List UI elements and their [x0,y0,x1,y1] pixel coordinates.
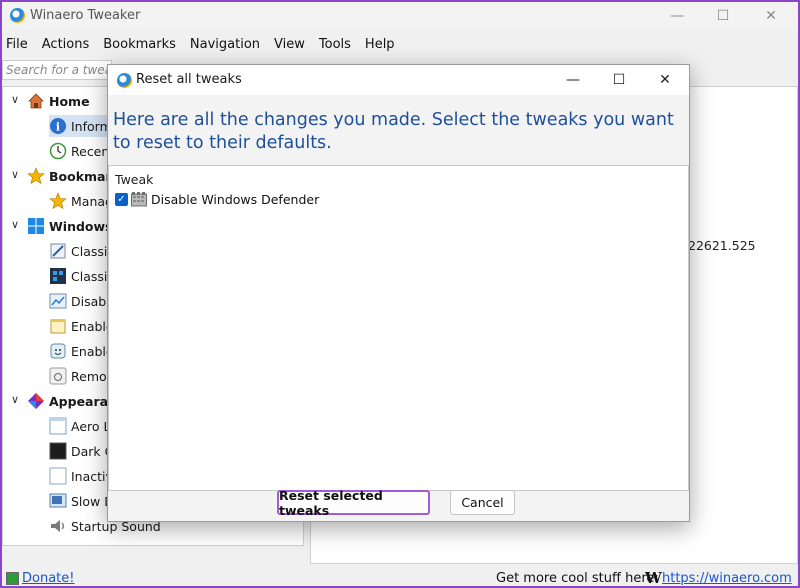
tree-item-windows-classic-2[interactable]: Classic [49,265,114,287]
start-menu-icon [50,268,66,284]
tree-item-windows-classic-1[interactable]: Classic [49,240,114,262]
build-number-text: 22621.525 [688,238,756,253]
tree-node-windows[interactable]: Windows [27,215,113,237]
menu-bar: File Actions Bookmarks Navigation View T… [2,32,798,56]
slow-animation-icon [49,493,67,508]
tweaks-list: Tweak ✓ Disable Windows Defender [108,165,689,491]
close-button[interactable]: ✕ [748,2,794,30]
maximize-button[interactable]: ☐ [700,2,746,30]
chart-window-icon [49,293,67,309]
menu-bookmarks[interactable]: Bookmarks [103,37,176,52]
dialog-title: Reset all tweaks [136,72,242,87]
dialog-instructions: Here are all the changes you made. Selec… [113,110,674,153]
camera-icon [49,367,67,385]
windows-logo-icon [28,218,44,234]
tree-label: Home [49,93,90,109]
menu-view[interactable]: View [274,37,305,52]
reset-selected-button[interactable]: Reset selected tweaks [277,488,430,518]
classic-tool-icon [50,243,66,259]
menu-navigation[interactable]: Navigation [190,37,260,52]
window-title: Winaero Tweaker [30,8,141,23]
home-icon [28,93,44,109]
collapse-bookmarks-icon[interactable]: ∨ [11,168,19,181]
title-bar: Winaero Tweaker — ☐ ✕ [2,2,798,30]
menu-tools[interactable]: Tools [319,37,351,52]
cancel-button[interactable]: Cancel [450,490,515,515]
dialog-title-bar: Reset all tweaks — ☐ ✕ [108,65,689,95]
window-frame-icon [49,417,67,435]
tweak-label: Disable Windows Defender [151,191,320,207]
info-icon: i [50,118,66,134]
tree-item-windows-enable-2[interactable]: Enable [49,340,114,362]
recent-clock-icon [49,142,67,160]
appearance-palette-icon [28,393,44,409]
promo-text: Get more cool stuff here: [496,571,659,586]
star-edit-icon [49,192,67,210]
menu-help[interactable]: Help [365,37,395,52]
collapse-windows-icon[interactable]: ∨ [11,218,19,231]
collapse-home-icon[interactable]: ∨ [11,93,19,106]
star-icon [27,167,45,185]
inactive-window-icon [49,467,67,485]
donate-link[interactable]: Donate! [22,571,74,586]
dialog-maximize-button[interactable]: ☐ [596,65,642,95]
website-link[interactable]: https://winaero.com [662,571,792,586]
dark-window-icon [49,442,67,460]
sticker-icon [50,343,66,359]
menu-actions[interactable]: Actions [42,37,90,52]
dialog-minimize-button[interactable]: — [550,65,596,95]
svg-text:i: i [56,121,60,134]
winaero-app-icon [10,8,25,23]
reset-tweaks-dialog: Reset all tweaks — ☐ ✕ Here are all the … [107,64,690,522]
tree-item-windows-enable-1[interactable]: Enable [49,315,114,337]
tree-item-recent[interactable]: Recent [49,140,114,162]
winaero-app-icon [117,73,132,88]
winaero-logo-icon: W [645,569,662,587]
status-bar: Donate! Get more cool stuff here: W http… [2,568,798,588]
windows-defender-icon [131,191,147,206]
notepad-icon [50,319,66,334]
collapse-appearance-icon[interactable]: ∨ [11,393,19,406]
speaker-icon [51,520,65,532]
list-item[interactable]: ✓ Disable Windows Defender [115,190,319,208]
checkbox-checked-icon[interactable]: ✓ [115,192,128,206]
tree-item-information[interactable]: i Information [49,115,143,137]
dialog-close-button[interactable]: ✕ [642,65,688,95]
menu-file[interactable]: File [6,37,28,52]
tree-node-home[interactable]: Home [27,90,90,112]
search-input[interactable]: Search for a tweak [2,60,112,80]
minimize-button[interactable]: — [654,2,700,30]
list-header-tweak[interactable]: Tweak [115,172,153,187]
donate-icon [6,572,19,585]
